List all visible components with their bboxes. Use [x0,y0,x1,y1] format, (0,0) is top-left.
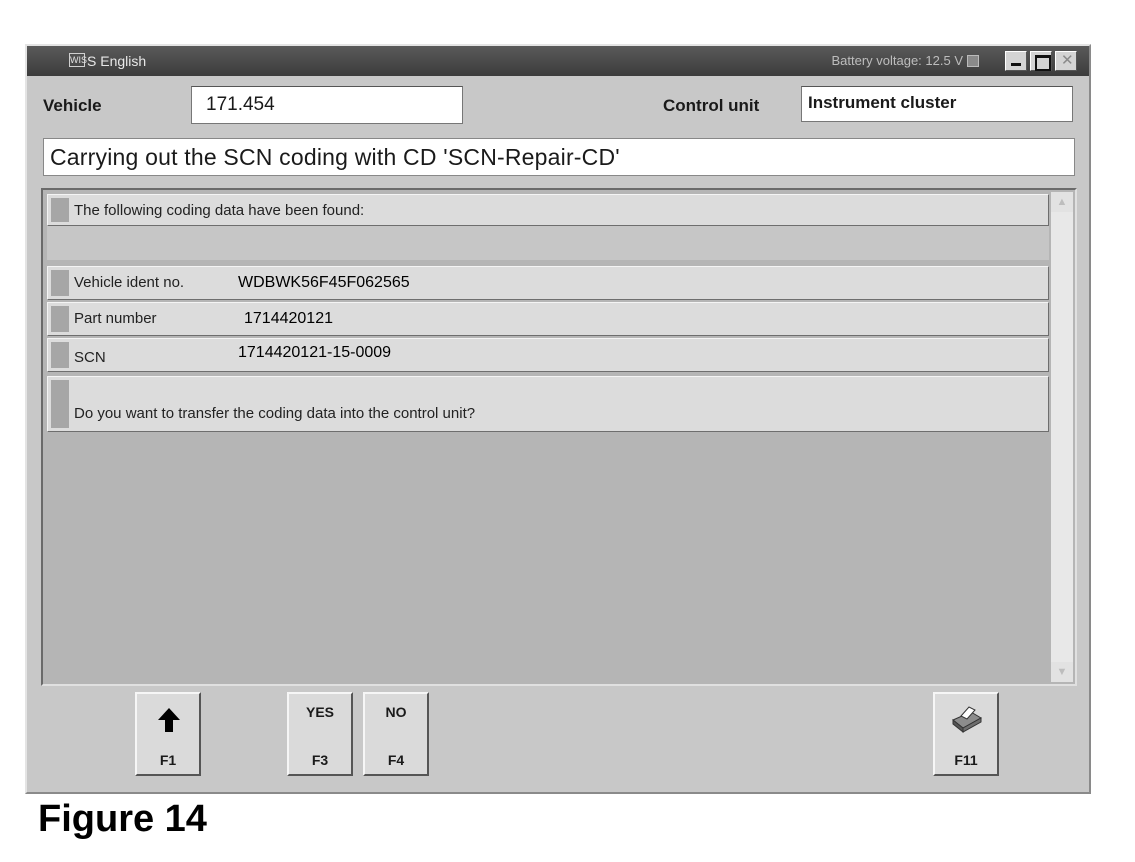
row-marker [51,270,69,296]
list-item-vin: Vehicle ident no. WDBWK56F45F062565 [47,266,1049,300]
control-unit-label: Control unit [663,96,760,115]
yes-label: YES [305,704,334,720]
title-bar: WIS S English Battery voltage: 12.5 V ✕ [27,46,1089,76]
close-icon: ✕ [1061,52,1074,69]
row-marker [51,342,69,368]
battery-voltage: Battery voltage: 12.5 V [831,53,963,68]
window-title: S English [87,53,147,69]
vehicle-label: Vehicle [43,96,102,115]
vertical-scrollbar[interactable]: ▲ ▼ [1051,192,1073,682]
scroll-up-icon[interactable]: ▲ [1051,192,1073,212]
f4-key-label: F4 [387,752,405,768]
list-item-part-number: Part number 1714420121 [47,302,1049,336]
print-button[interactable]: F11 [933,692,999,776]
vin-label: Vehicle ident no. [74,274,185,291]
row-marker [51,198,69,222]
battery-icon [967,55,979,67]
close-button[interactable]: ✕ [1055,51,1077,71]
scn-label: SCN [74,349,106,366]
app-icon: WIS [69,53,87,67]
scroll-down-icon[interactable]: ▼ [1051,662,1073,682]
f11-key-label: F11 [954,752,978,768]
up-arrow-icon [158,708,180,732]
vin-value: WDBWK56F45F062565 [238,274,410,291]
app-window: WIS S English Battery voltage: 12.5 V ✕ … [25,44,1091,794]
f1-button[interactable]: F1 [135,692,201,776]
list-item-question: Do you want to transfer the coding data … [47,376,1049,432]
f3-key-label: F3 [311,752,329,768]
printer-icon [952,706,982,734]
no-button[interactable]: NO F4 [363,692,429,776]
page-title: Carrying out the SCN coding with CD 'SCN… [43,138,1075,176]
control-unit-field: Instrument cluster [801,86,1073,122]
minimize-button[interactable] [1005,51,1027,71]
figure-caption: Figure 14 [38,798,207,840]
yes-button[interactable]: YES F3 [287,692,353,776]
no-label: NO [385,704,407,720]
part-number-value: 1714420121 [244,310,333,327]
part-number-label: Part number [74,310,157,327]
vehicle-field: 171.454 [191,86,463,124]
row-marker [51,380,69,428]
list-item-scn: SCN 1714420121-15-0009 [47,338,1049,372]
transfer-question: Do you want to transfer the coding data … [74,405,476,422]
list-item-found: The following coding data have been foun… [47,194,1049,226]
maximize-button[interactable] [1030,51,1052,71]
coding-data-panel: The following coding data have been foun… [41,188,1077,686]
found-text: The following coding data have been foun… [74,202,365,219]
row-marker [51,306,69,332]
row-spacer [47,226,1049,260]
scn-value: 1714420121-15-0009 [238,344,392,361]
f1-key-label: F1 [159,752,177,768]
